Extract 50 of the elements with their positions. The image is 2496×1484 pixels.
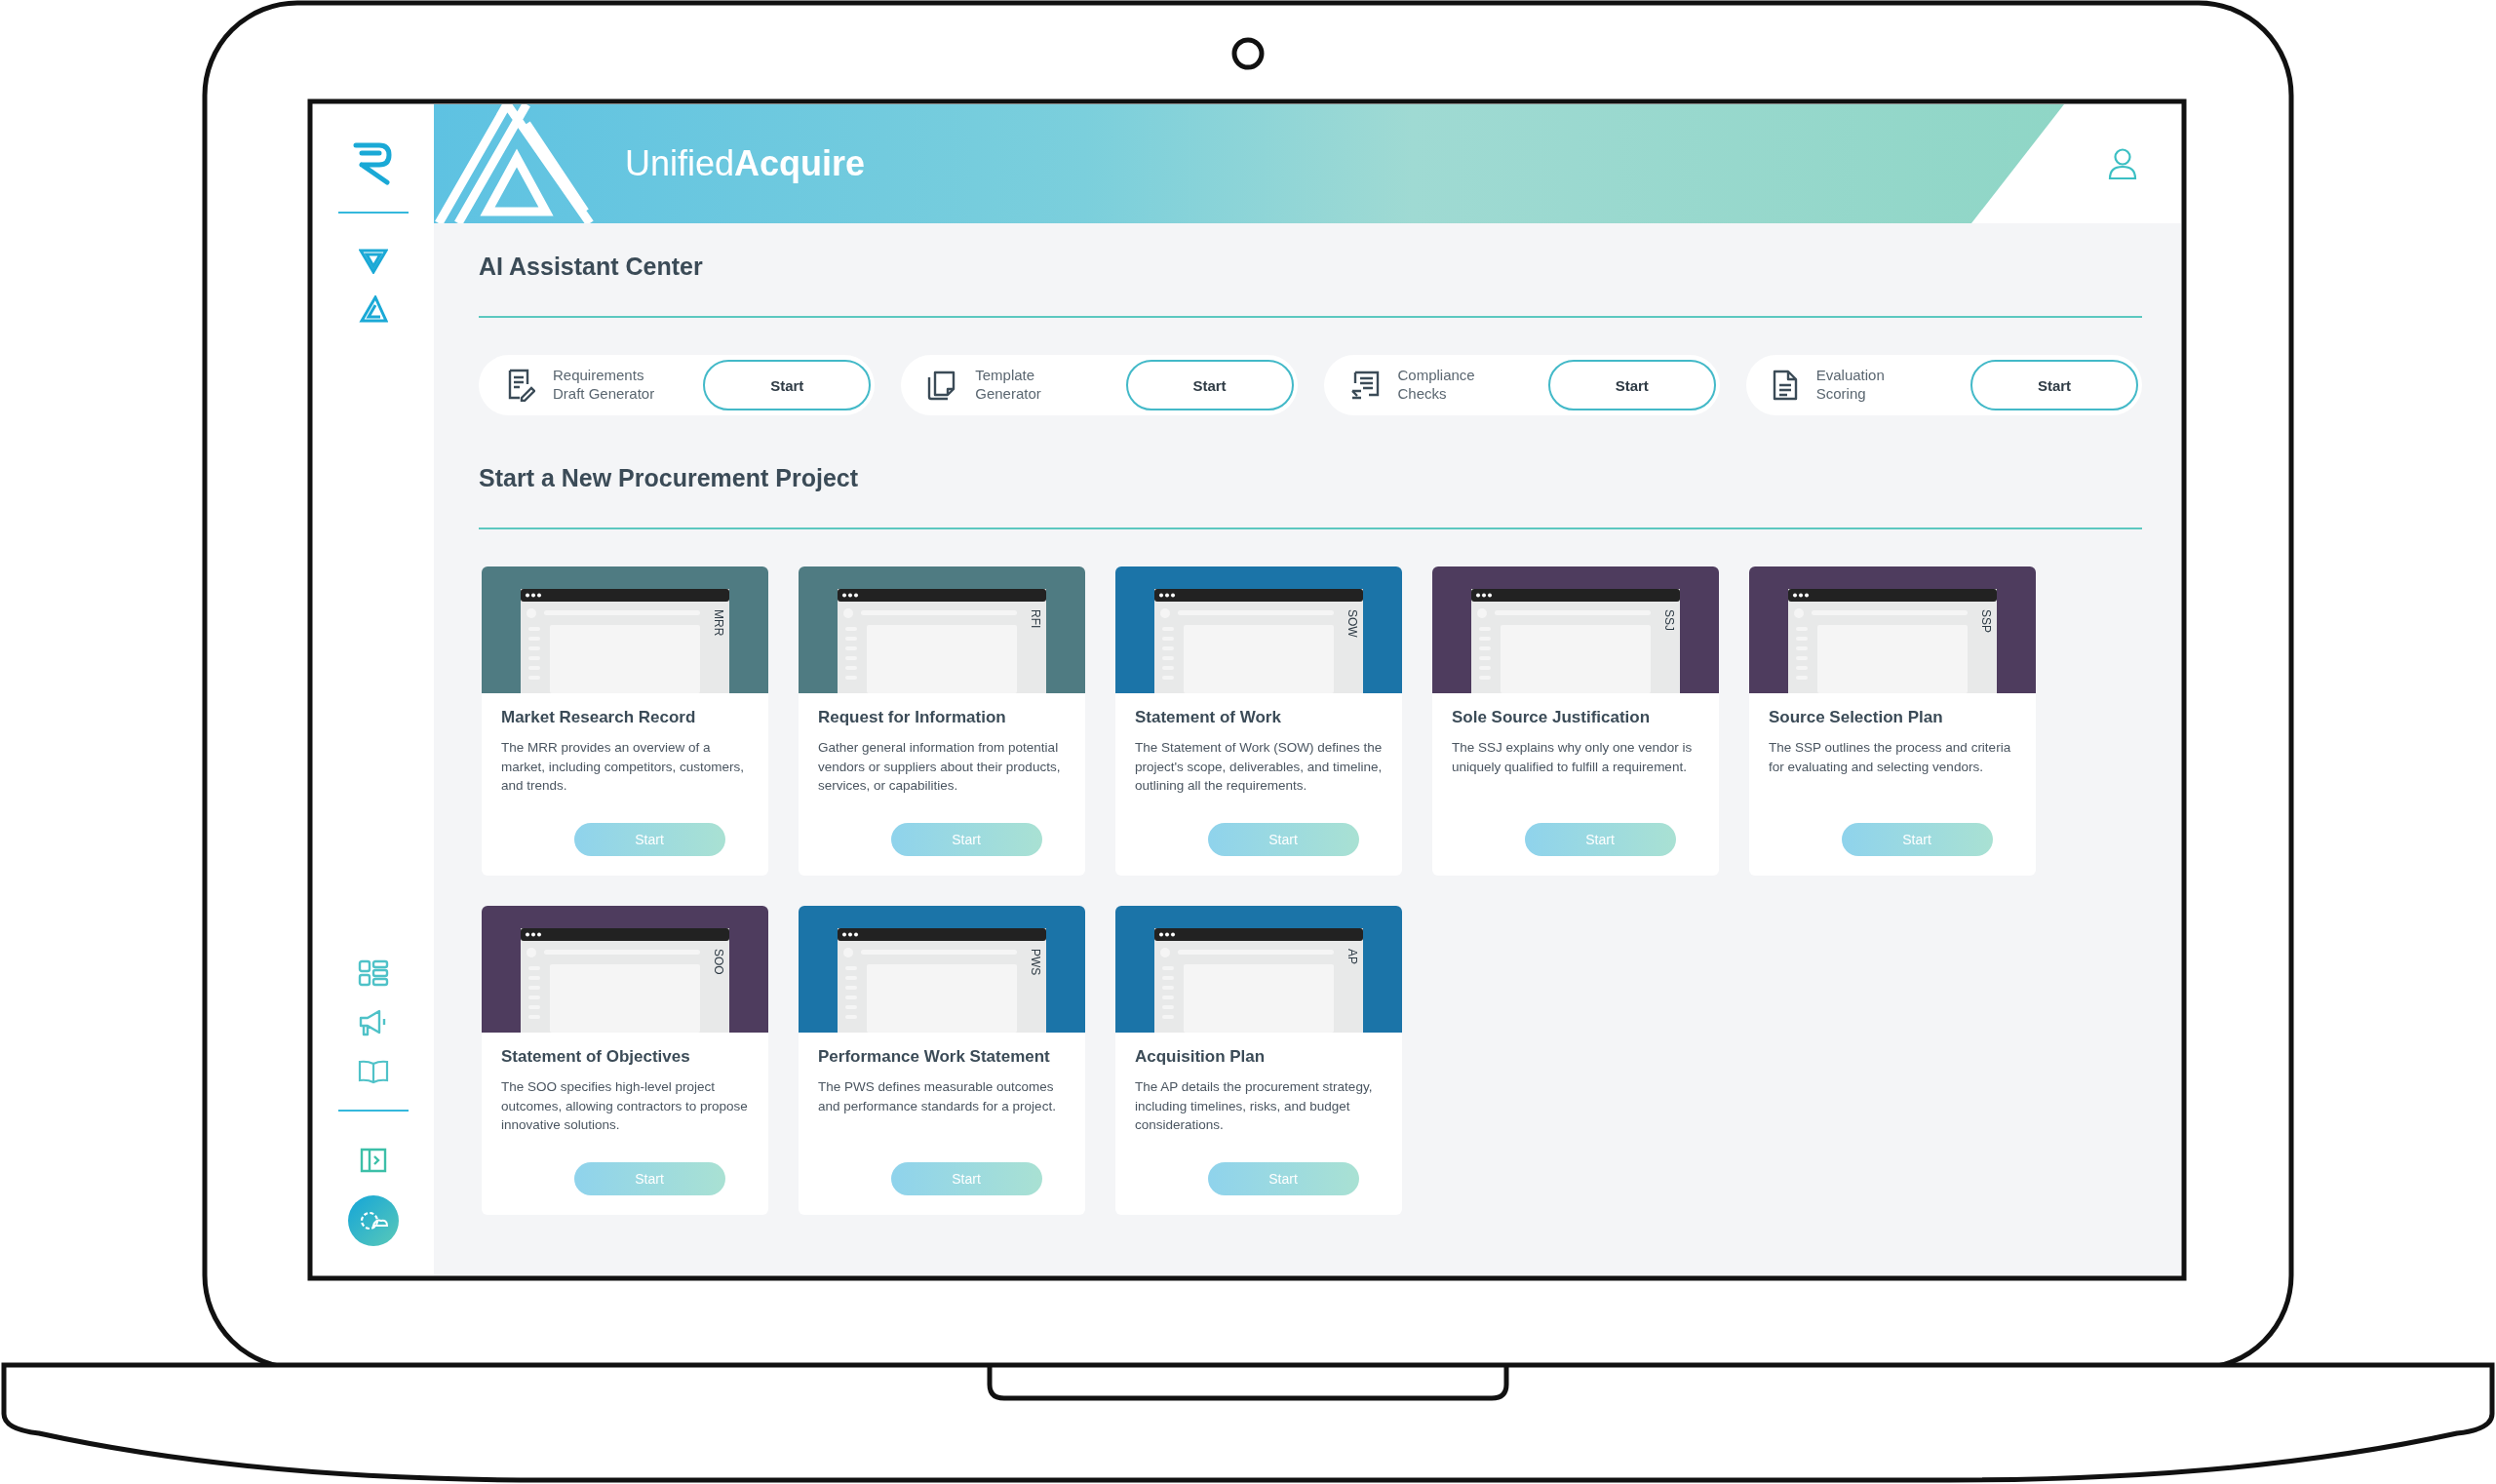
app-title: UnifiedAcquire [625,143,866,184]
start-button[interactable]: Start [1970,360,2138,410]
triangle-icon[interactable] [359,249,388,274]
card-description: The MRR provides an overview of a market, including competitors, customers, and trends. [501,739,746,796]
template-abbreviation: SSJ [1663,609,1675,631]
template-abbreviation: SOW [1346,609,1358,638]
card-description: The SSJ explains why only one vendor is uniquely qualified to fulfill a requirement. [1452,739,1694,776]
card-title: Performance Work Statement [818,1046,1051,1068]
card-description: The Statement of Work (SOW) defines the project's scope, deliverables, and timeline, outlining all the requirements. [1135,739,1383,796]
start-button[interactable]: Start [573,1162,725,1195]
card-title: Source Selection Plan [1769,707,1944,728]
card-title: Market Research Record [501,707,697,728]
card-title: Statement of Objectives [501,1046,691,1068]
template-abbreviation: AP [1346,949,1358,964]
start-button[interactable]: Start [1547,360,1716,410]
dashboard-icon[interactable] [358,959,389,987]
checklist-icon [1348,370,1381,401]
section-title: AI Assistant Center [479,253,704,281]
start-button[interactable]: Start [1207,823,1359,856]
card-title: Statement of Work [1135,707,1282,728]
card-description: Gather general information from potential vendors or suppliers about their products, services, or capabilities. [818,739,1062,796]
template-abbreviation: SSP [1980,609,1992,633]
template-abbreviation: SOO [713,949,724,975]
start-button[interactable]: Start [1207,1162,1359,1195]
section-title: Start a New Procurement Project [479,464,859,492]
book-icon[interactable] [358,1059,389,1084]
tool-label: Compliance Checks [1397,367,1476,404]
start-button[interactable]: Start [1125,360,1294,410]
start-button[interactable]: Start [703,360,872,410]
tool-label: Evaluation Scoring [1815,367,1886,404]
tool-label: Requirements Draft Generator [553,367,656,404]
card-description: The PWS defines measurable outcomes and performance standards for a project. [818,1078,1057,1115]
card-title: Request for Information [818,707,1007,728]
start-button[interactable]: Start [1841,823,1993,856]
user-icon[interactable] [2108,147,2137,180]
expand-panel-icon[interactable] [359,1147,388,1174]
start-button[interactable]: Start [890,823,1042,856]
card-description: The SOO specifies high-level project outcomes, allowing contractors to propose innovative solutions. [501,1078,749,1135]
tool-label: Template Generator [975,367,1042,404]
start-button[interactable]: Start [573,823,725,856]
start-button[interactable]: Start [1524,823,1676,856]
card-description: The SSP outlines the process and criteria for evaluating and selecting vendors. [1769,739,2012,776]
start-button[interactable]: Start [890,1162,1042,1195]
card-title: Sole Source Justification [1452,707,1652,728]
template-abbreviation: RFI [1030,609,1041,629]
document-icon [1771,369,1799,402]
card-title: Acquisition Plan [1135,1046,1267,1068]
template-abbreviation: MRR [713,609,724,637]
card-description: The AP details the procurement strategy, including timelines, risks, and budget considerations. [1135,1078,1374,1135]
template-abbreviation: PWS [1030,949,1041,976]
